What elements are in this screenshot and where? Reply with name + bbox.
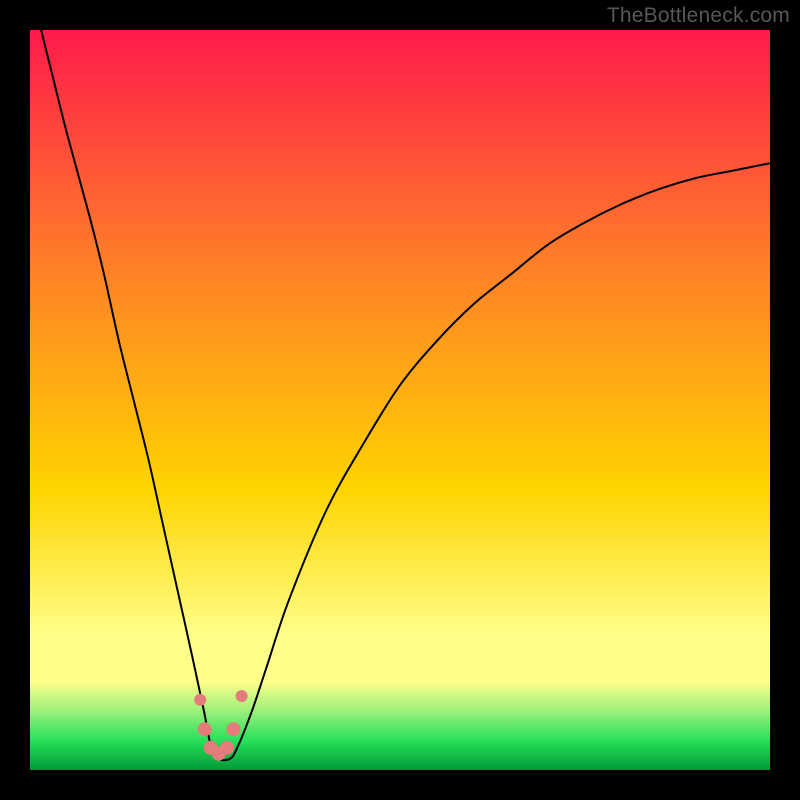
curve-marker [236, 690, 248, 702]
bottleneck-chart [30, 30, 770, 770]
gradient-background [30, 30, 770, 770]
curve-marker [220, 741, 234, 755]
curve-marker [194, 694, 206, 706]
curve-marker [198, 722, 212, 736]
curve-marker [227, 722, 241, 736]
chart-frame: TheBottleneck.com [0, 0, 800, 800]
plot-area [30, 30, 770, 770]
watermark-text: TheBottleneck.com [607, 4, 790, 28]
